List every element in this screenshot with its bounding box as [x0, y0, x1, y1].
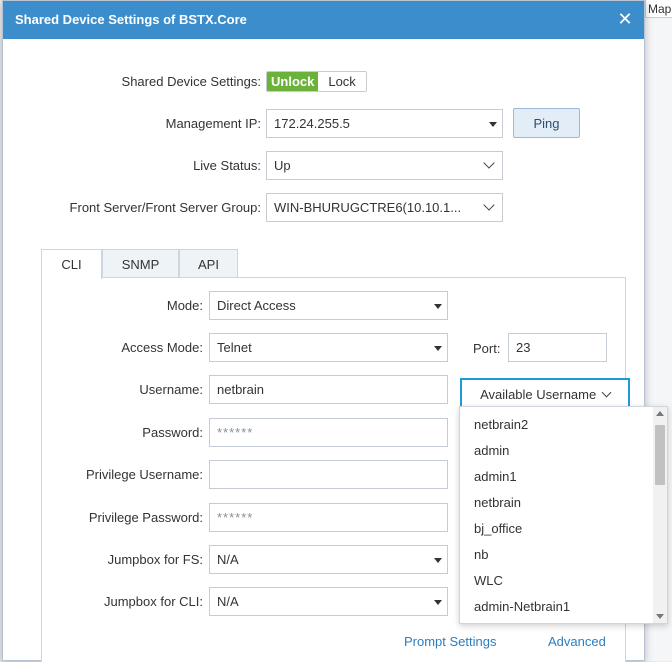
- jumpbox-fs-select[interactable]: N/A: [209, 545, 448, 574]
- dropdown-item[interactable]: WLC: [474, 573, 503, 588]
- privilege-password-input[interactable]: ******: [209, 503, 448, 532]
- front-server-select[interactable]: WIN-BHURUGCTRE6(10.10.1...: [266, 193, 503, 222]
- close-icon[interactable]: ✕: [616, 10, 634, 28]
- username-label: Username:: [139, 382, 203, 397]
- tab-cli[interactable]: CLI: [41, 249, 102, 279]
- front-server-label: Front Server/Front Server Group:: [69, 200, 261, 215]
- available-username-dropdown[interactable]: netbrain2 admin admin1 netbrain bj_offic…: [459, 406, 668, 624]
- unlock-button[interactable]: Unlock: [267, 72, 319, 91]
- tab-api[interactable]: API: [179, 249, 238, 278]
- access-mode-label: Access Mode:: [121, 340, 203, 355]
- privilege-username-input[interactable]: [209, 460, 448, 489]
- mode-value: Direct Access: [217, 298, 296, 313]
- mode-label: Mode:: [166, 298, 203, 313]
- caret-down-icon: [489, 122, 497, 127]
- chevron-down-icon: [483, 199, 495, 211]
- management-ip-label: Management IP:: [165, 116, 261, 131]
- caret-down-icon: [434, 558, 442, 563]
- scroll-down-icon[interactable]: [656, 614, 664, 619]
- port-label: Port:: [473, 341, 501, 356]
- lock-button[interactable]: Lock: [318, 72, 366, 91]
- dropdown-item[interactable]: netbrain2: [474, 417, 528, 432]
- ping-button[interactable]: Ping: [513, 108, 580, 138]
- live-status-select[interactable]: Up: [266, 151, 503, 180]
- dropdown-item[interactable]: admin1: [474, 469, 517, 484]
- available-username-label: Available Username: [480, 387, 597, 402]
- chevron-down-icon: [483, 157, 495, 169]
- jumpbox-cli-select[interactable]: N/A: [209, 587, 448, 616]
- front-server-value: WIN-BHURUGCTRE6(10.10.1...: [274, 200, 462, 215]
- password-label: Password:: [142, 425, 203, 440]
- scrollbar-thumb[interactable]: [655, 425, 665, 485]
- jumpbox-fs-value: N/A: [217, 552, 239, 567]
- dropdown-item[interactable]: bj_office: [474, 521, 522, 536]
- mode-select[interactable]: Direct Access: [209, 291, 448, 320]
- prompt-settings-link[interactable]: Prompt Settings: [404, 634, 497, 649]
- chevron-down-icon: [601, 387, 612, 398]
- access-mode-select[interactable]: Telnet: [209, 333, 448, 362]
- caret-down-icon: [434, 346, 442, 351]
- advanced-link[interactable]: Advanced: [548, 634, 606, 649]
- port-input[interactable]: 23: [508, 333, 607, 362]
- jumpbox-cli-value: N/A: [217, 594, 239, 609]
- username-input[interactable]: netbrain: [209, 375, 448, 404]
- shared-settings-label: Shared Device Settings:: [121, 74, 261, 89]
- background-tab-map[interactable]: Map: [645, 0, 672, 18]
- live-status-value: Up: [274, 158, 291, 173]
- dropdown-item[interactable]: netbrain: [474, 495, 521, 510]
- live-status-label: Live Status:: [193, 158, 261, 173]
- privilege-username-label: Privilege Username:: [85, 467, 203, 482]
- dropdown-item[interactable]: nb: [474, 547, 488, 562]
- management-ip-select[interactable]: 172.24.255.5: [266, 109, 503, 138]
- privilege-password-label: Privilege Password:: [88, 510, 203, 525]
- dropdown-item[interactable]: admin-Netbrain1: [474, 599, 570, 614]
- caret-down-icon: [434, 600, 442, 605]
- shared-settings-toggle[interactable]: Unlock Lock: [266, 71, 367, 92]
- jumpbox-cli-label: Jumpbox for CLI:: [104, 594, 203, 609]
- dialog-title: Shared Device Settings of BSTX.Core: [15, 12, 247, 27]
- tab-snmp[interactable]: SNMP: [102, 249, 179, 278]
- scroll-up-icon[interactable]: [656, 411, 664, 416]
- jumpbox-fs-label: Jumpbox for FS:: [107, 552, 203, 567]
- password-input[interactable]: ******: [209, 418, 448, 447]
- dialog-titlebar: Shared Device Settings of BSTX.Core ✕: [3, 1, 644, 39]
- management-ip-value: 172.24.255.5: [274, 116, 350, 131]
- dropdown-item[interactable]: admin: [474, 443, 509, 458]
- access-mode-value: Telnet: [217, 340, 252, 355]
- caret-down-icon: [434, 304, 442, 309]
- dropdown-scrollbar[interactable]: [653, 407, 667, 623]
